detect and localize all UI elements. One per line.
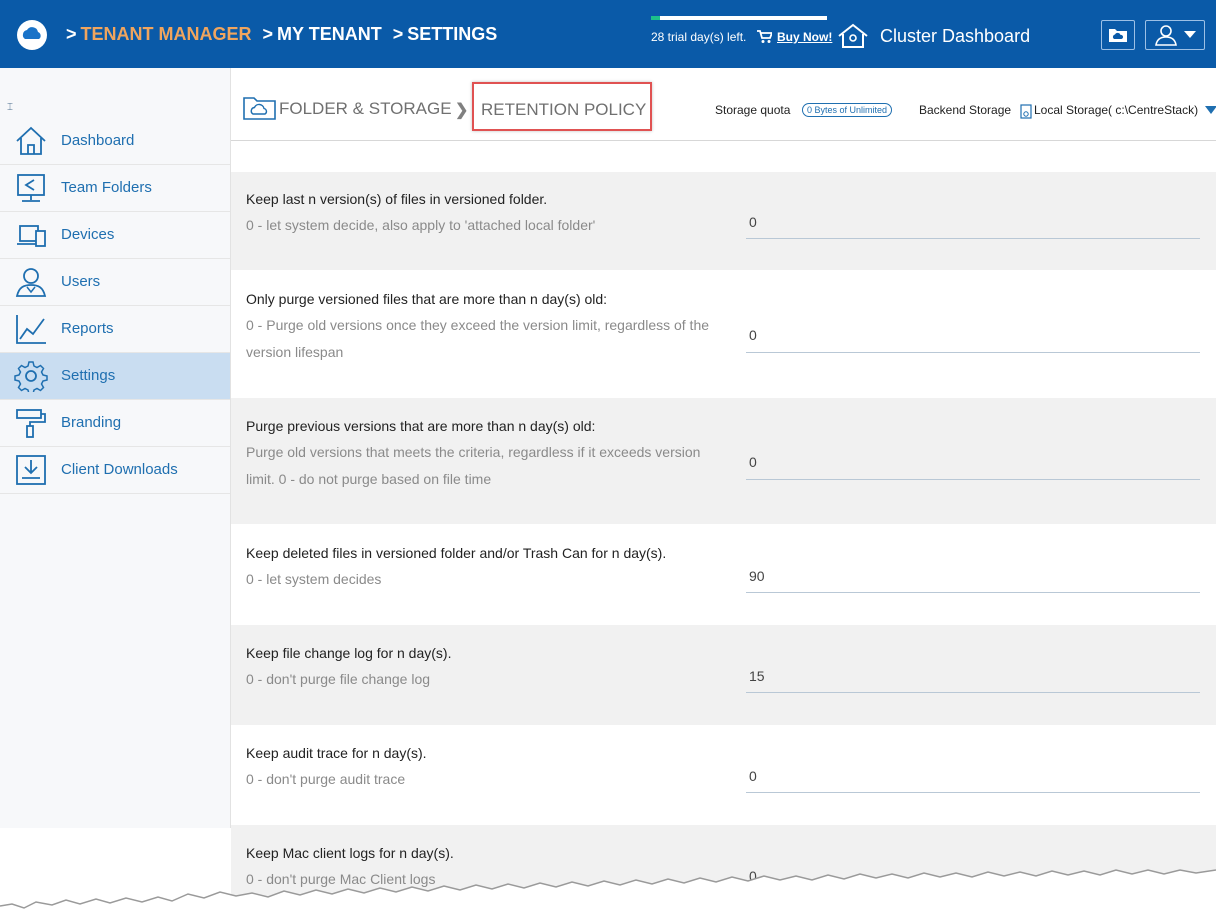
trial-days-text: 28 trial day(s) left. — [651, 30, 747, 44]
breadcrumb-tenant-manager[interactable]: TENANT MANAGER — [81, 24, 252, 44]
sidebar-item-label: Reports — [61, 320, 114, 337]
breadcrumb-settings: SETTINGS — [407, 24, 498, 44]
cluster-home-icon[interactable] — [837, 22, 869, 55]
chevron-right-icon: ❯ — [455, 102, 469, 119]
setting-value-input[interactable]: 15 — [749, 668, 765, 684]
setting-label: Only purge versioned files that are more… — [246, 291, 608, 307]
storage-quota-badge: 0 Bytes of Unlimited — [802, 103, 893, 117]
backend-storage-value[interactable]: Local Storage( c:\CentreStack) — [1034, 103, 1198, 117]
gear-icon — [14, 361, 48, 392]
input-underline — [746, 479, 1200, 480]
sidebar-collapse-icon[interactable]: ⌶ — [7, 102, 13, 113]
setting-label: Keep audit trace for n day(s). — [246, 745, 427, 761]
sidebar-item-branding[interactable]: Branding — [0, 400, 230, 447]
breadcrumb-my-tenant[interactable]: MY TENANT — [277, 24, 382, 44]
tab-folder-storage[interactable]: FOLDER & STORAGE — [279, 99, 452, 119]
cloud-folder-icon — [1109, 29, 1127, 42]
setting-description: 0 - don't purge file change log — [246, 671, 431, 687]
top-bar: > TENANT MANAGER > MY TENANT > SETTINGS 28 … — [0, 0, 1216, 68]
sidebar-item-label: Client Downloads — [61, 461, 178, 478]
breadcrumb-separator: > — [392, 24, 404, 44]
setting-row-purge-previous-versions: Purge previous versions that are more th… — [231, 398, 1216, 524]
trial-progress-bar — [651, 16, 827, 20]
sidebar-item-users[interactable]: Users — [0, 259, 230, 306]
devices-icon — [17, 225, 46, 247]
backend-storage-label: Backend Storage — [919, 103, 1012, 117]
setting-row-keep-versions: Keep last n version(s) of files in versi… — [231, 172, 1216, 270]
setting-label: Keep deleted files in versioned folder a… — [246, 545, 667, 561]
breadcrumb: > TENANT MANAGER > MY TENANT > SETTINGS — [60, 24, 497, 45]
shared-folder-icon — [17, 174, 45, 202]
sidebar-item-label: Dashboard — [61, 132, 135, 149]
trial-progress-fill — [651, 16, 660, 20]
sidebar-item-devices[interactable]: Devices — [0, 212, 230, 259]
setting-row-keep-deleted-files: Keep deleted files in versioned folder a… — [231, 524, 1216, 625]
setting-row-file-change-log: Keep file change log for n day(s). 0 - d… — [231, 625, 1216, 725]
sidebar-item-label: Settings — [61, 367, 116, 384]
setting-description: 0 - Purge old versions once they exceed … — [246, 317, 710, 360]
setting-description: Purge old versions that meets the criter… — [246, 444, 701, 487]
setting-value-input[interactable]: 0 — [749, 327, 757, 343]
breadcrumb-separator: > — [66, 24, 77, 44]
sidebar-item-dashboard[interactable]: Dashboard — [0, 118, 230, 165]
setting-value-input[interactable]: 90 — [749, 568, 765, 584]
home-icon — [16, 126, 46, 155]
sidebar-item-label: Branding — [61, 414, 122, 431]
input-underline — [746, 792, 1200, 793]
setting-row-purge-versioned-age: Only purge versioned files that are more… — [231, 270, 1216, 398]
cloud-folder-icon — [243, 94, 277, 125]
setting-value-input[interactable]: 0 — [749, 768, 757, 784]
sidebar-item-client-downloads[interactable]: Client Downloads — [0, 447, 230, 494]
cluster-dashboard-link[interactable]: Cluster Dashboard — [880, 26, 1030, 47]
sidebar-item-settings[interactable]: Settings — [0, 353, 230, 400]
setting-label: Keep Mac client logs for n day(s). — [246, 845, 454, 861]
setting-description: 0 - don't purge audit trace — [246, 771, 406, 787]
setting-value-input[interactable]: 0 — [749, 454, 757, 470]
sidebar-item-team-folders[interactable]: Team Folders — [0, 165, 230, 212]
chart-icon — [16, 315, 46, 344]
input-underline — [746, 692, 1200, 693]
setting-label: Keep last n version(s) of files in versi… — [246, 191, 548, 207]
torn-edge — [0, 869, 1216, 917]
folder-view-button[interactable] — [1101, 20, 1135, 50]
storage-quota-label: Storage quota — [715, 103, 791, 117]
sidebar-item-reports[interactable]: Reports — [0, 306, 230, 353]
tab-label: RETENTION POLICY — [481, 100, 647, 119]
setting-description: 0 - let system decide, also apply to 'at… — [246, 217, 596, 233]
cloud-logo-icon[interactable] — [17, 20, 47, 50]
chevron-down-icon[interactable] — [1205, 106, 1216, 114]
buy-now-link[interactable]: Buy Now! — [777, 30, 832, 44]
setting-row-audit-trace: Keep audit trace for n day(s). 0 - don't… — [231, 725, 1216, 825]
setting-value-input[interactable]: 0 — [749, 214, 757, 230]
sidebar-item-label: Users — [61, 273, 101, 290]
settings-header: FOLDER & STORAGE ❯ RETENTION POLICY Stor… — [231, 68, 1216, 141]
breadcrumb-separator: > — [262, 24, 274, 44]
storage-drive-icon — [1020, 104, 1032, 124]
setting-label: Keep file change log for n day(s). — [246, 645, 452, 661]
sidebar-item-label: Devices — [61, 226, 115, 243]
tab-retention-policy[interactable]: RETENTION POLICY — [472, 82, 652, 131]
paint-roller-icon — [16, 409, 46, 438]
user-menu-button[interactable] — [1145, 20, 1205, 50]
setting-label: Purge previous versions that are more th… — [246, 418, 596, 434]
download-icon — [16, 455, 46, 485]
sidebar: ⌶ Dashboard Team Folders Devices Users R… — [0, 68, 231, 828]
retention-settings-list: Keep last n version(s) of files in versi… — [231, 141, 1216, 917]
user-icon — [1155, 25, 1196, 46]
sidebar-item-label: Team Folders — [61, 179, 152, 196]
input-underline — [746, 592, 1200, 593]
setting-description: 0 - let system decides — [246, 571, 382, 587]
cart-icon[interactable] — [756, 29, 774, 49]
input-underline — [746, 352, 1200, 353]
input-underline — [746, 238, 1200, 239]
user-icon — [15, 268, 47, 297]
